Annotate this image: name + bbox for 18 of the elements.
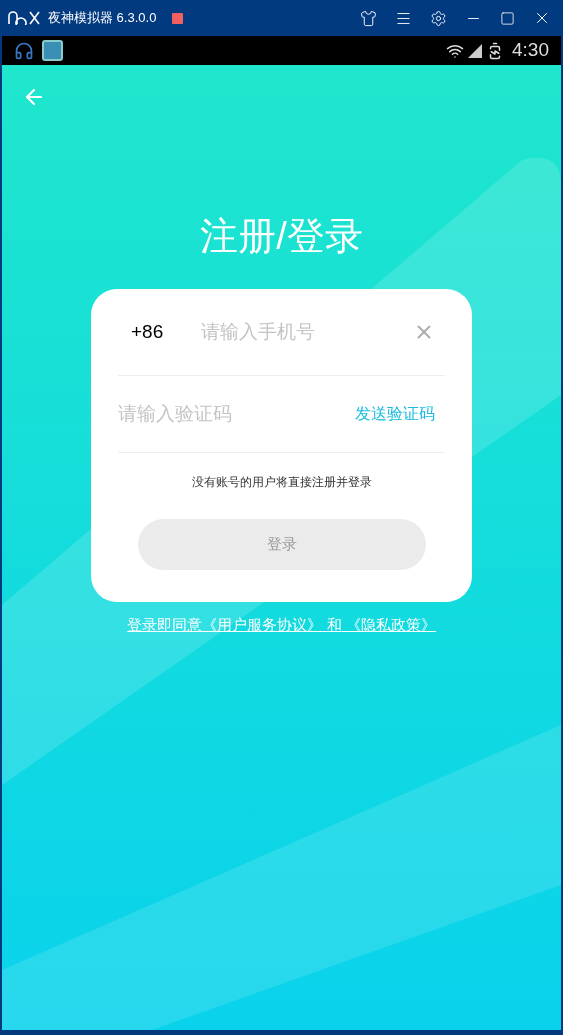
country-code[interactable]: +86: [131, 317, 164, 347]
settings-icon[interactable]: [430, 9, 447, 27]
user-agreement-link[interactable]: 《用户服务协议》: [202, 616, 323, 633]
terms-text: 登录即同意《用户服务协议》 和 《隐私政策》: [127, 615, 436, 635]
code-field[interactable]: 请输入验证码: [118, 399, 355, 429]
app-icon: [42, 40, 63, 61]
headset-icon: [14, 40, 34, 61]
alert-icon[interactable]: [172, 12, 184, 24]
window-title: 夜神模拟器 6.3.0.0: [48, 9, 157, 28]
hint-text: 没有账号的用户将直接注册并登录: [191, 474, 372, 491]
clock: 4:30: [512, 38, 549, 63]
phone-field[interactable]: 请输入手机号: [201, 317, 413, 347]
signal-icon: [468, 43, 482, 58]
privacy-policy-link[interactable]: 《隐私政策》: [345, 616, 436, 633]
send-code-link[interactable]: 发送验证码: [355, 402, 435, 426]
page-title: 注册/登录: [200, 217, 363, 255]
maximize-icon[interactable]: [500, 10, 515, 26]
logo-icon: [8, 11, 40, 25]
